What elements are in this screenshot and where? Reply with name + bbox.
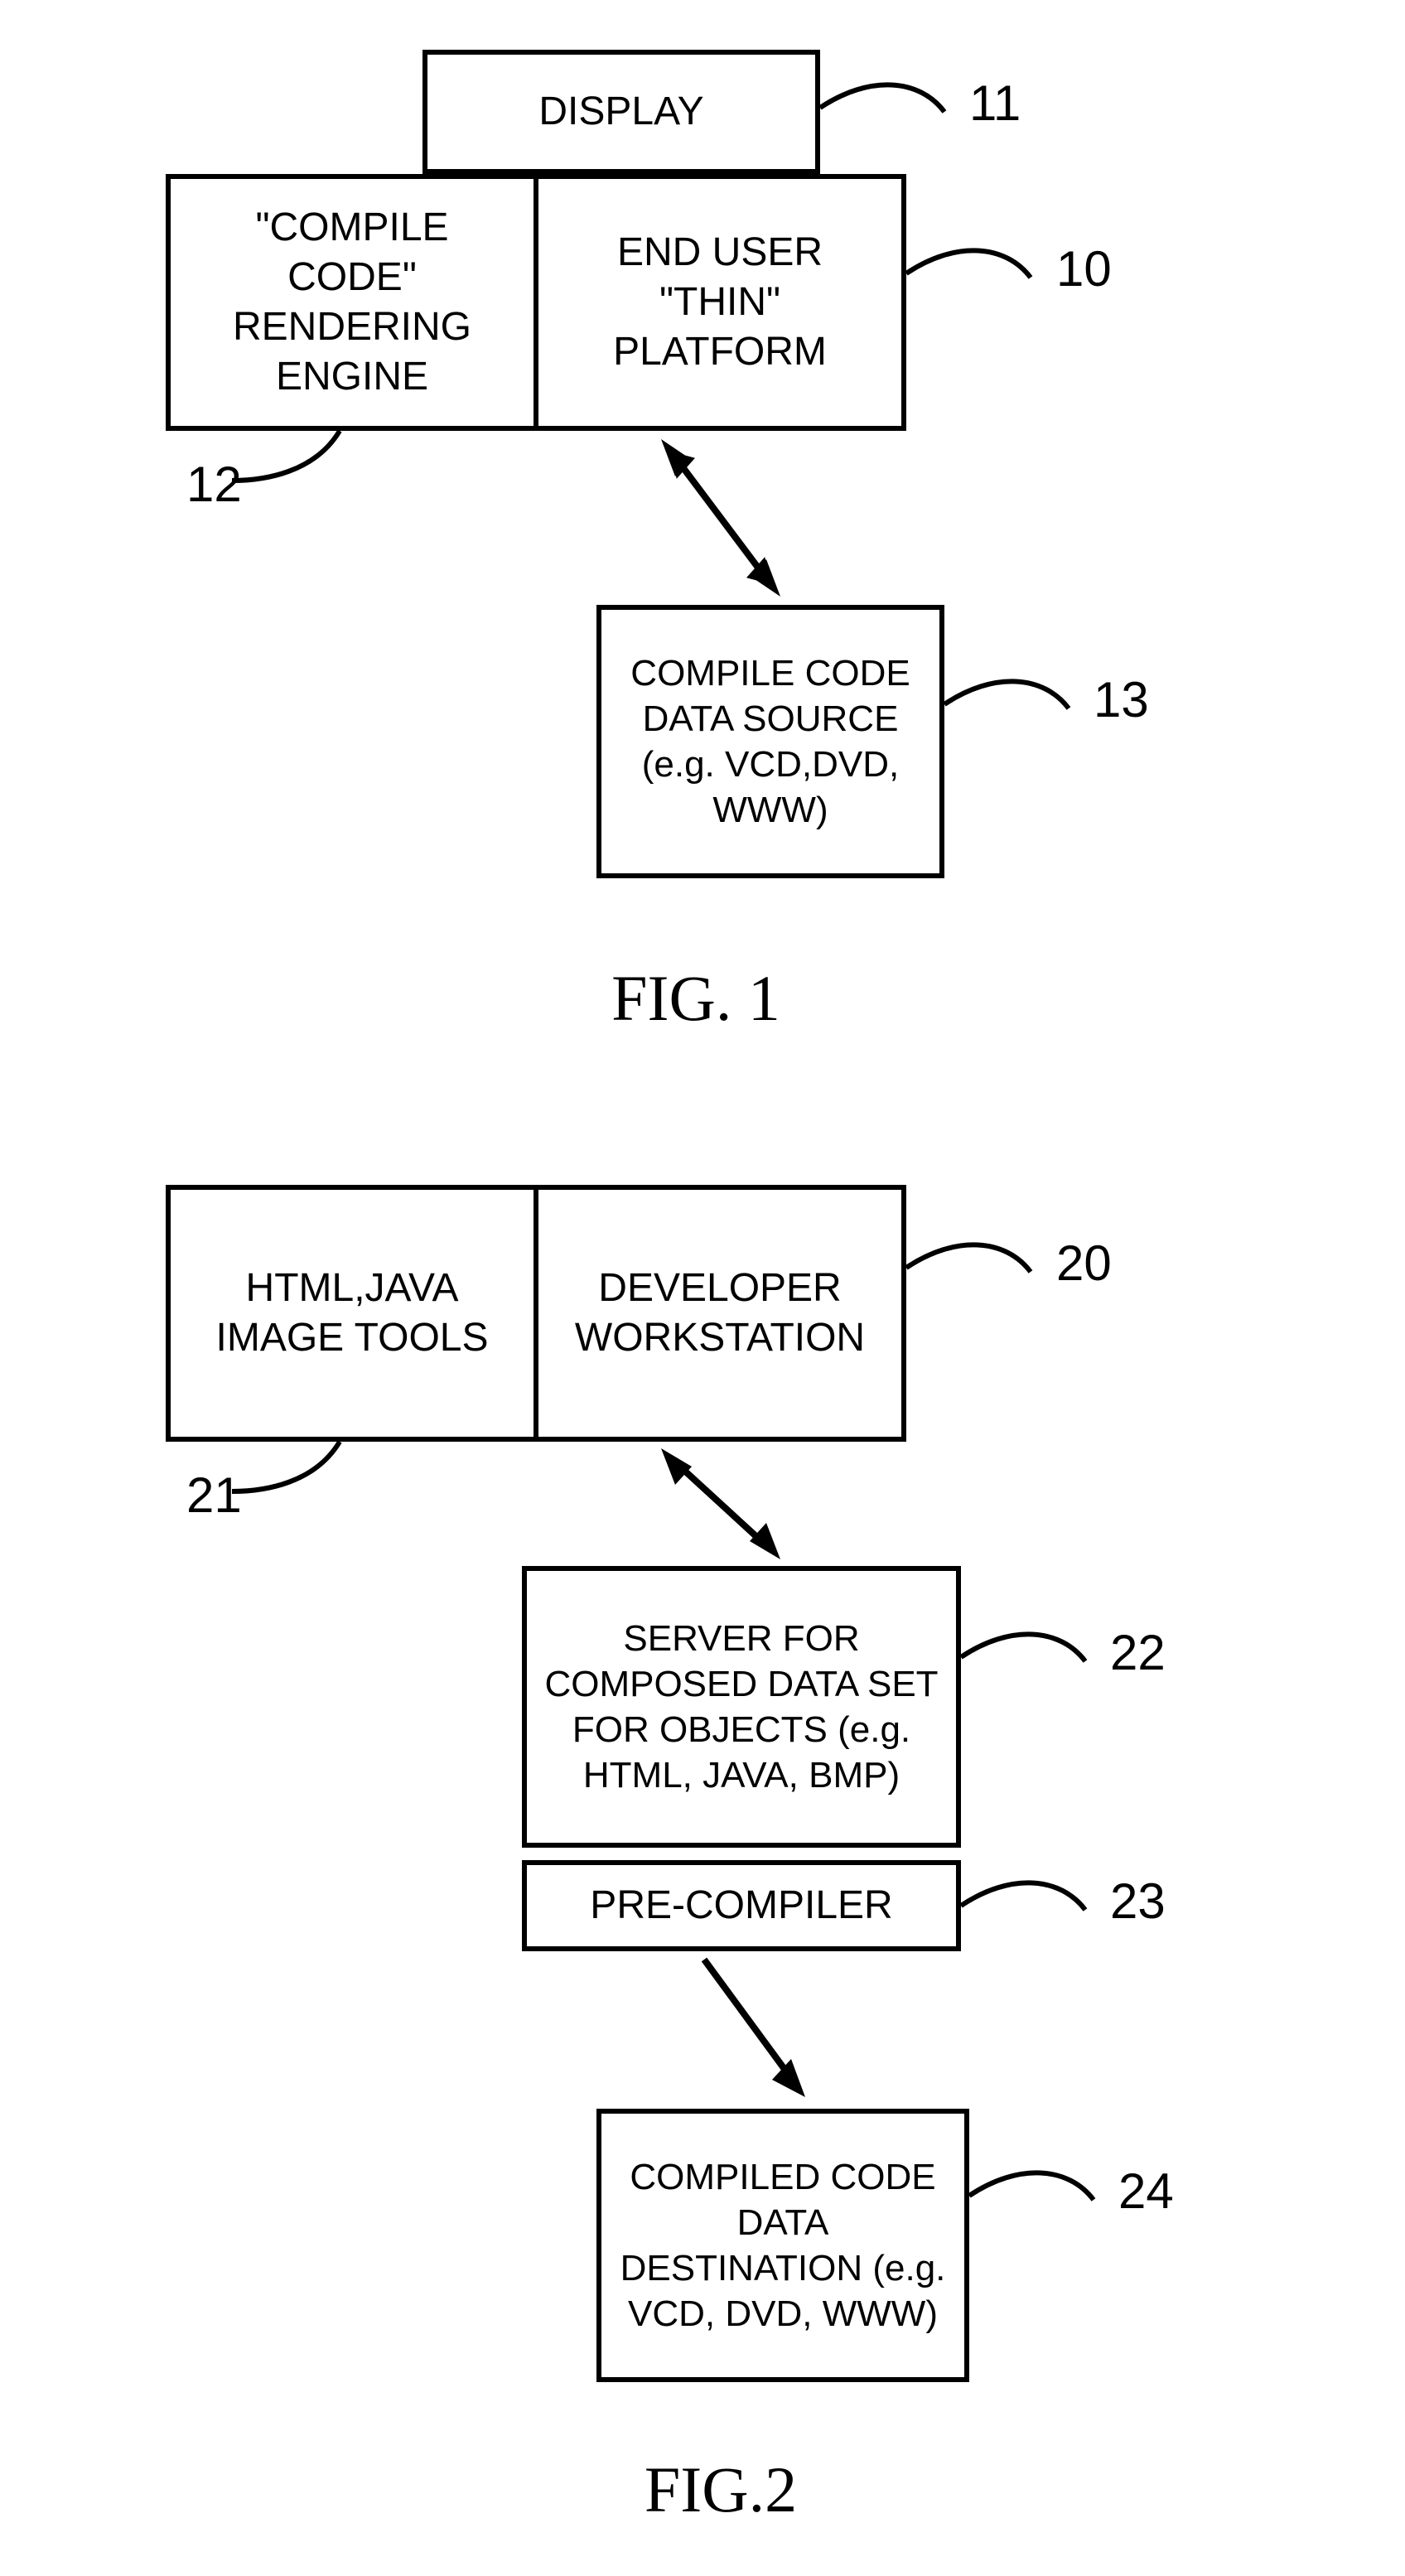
fig1-source-box: COMPILE CODE DATA SOURCE (e.g. VCD,DVD, … [596,605,944,878]
fig2-server-leader [961,1616,1127,1682]
fig2-tools-ref: 21 [186,1467,242,1524]
fig1-source-leader [944,663,1110,729]
fig2-precompiler-ref: 23 [1110,1873,1166,1930]
fig2-precompiler-leader [961,1864,1127,1931]
fig2-server-text: SERVER FOR COMPOSED DATA SET FOR OBJECTS… [543,1616,939,1798]
fig1-platform-box: END USER "THIN" PLATFORM [534,174,906,431]
fig1-platform-ref: 10 [1056,240,1112,297]
fig1-platform-text: END USER "THIN" PLATFORM [555,228,885,377]
fig1-arrow-platform-source [646,431,795,605]
fig2-tools-box: HTML,JAVA IMAGE TOOLS [166,1185,538,1442]
fig1-display-leader [820,66,986,133]
fig2-arrow-workstation-server [646,1442,795,1566]
fig2-precompiler-text: PRE-COMPILER [590,1881,892,1931]
fig1-source-text: COMPILE CODE DATA SOURCE (e.g. VCD,DVD, … [618,650,923,833]
fig2-dest-box: COMPILED CODE DATA DESTINATION (e.g. VCD… [596,2109,969,2382]
fig1-engine-text: "COMPILE CODE" RENDERING ENGINE [187,203,517,402]
fig2-server-ref: 22 [1110,1624,1166,1681]
fig2-dest-ref: 24 [1118,2163,1174,2220]
fig1-caption: FIG. 1 [530,961,862,1036]
fig2-tools-leader [232,1442,356,1508]
fig1-display-ref: 11 [969,75,1021,132]
fig1-engine-ref: 12 [186,456,242,513]
fig2-precompiler-box: PRE-COMPILER [522,1860,961,1951]
fig1-display-box: DISPLAY [422,50,820,174]
fig1-source-ref: 13 [1094,671,1149,728]
fig2-server-box: SERVER FOR COMPOSED DATA SET FOR OBJECTS… [522,1566,961,1848]
fig2-workstation-leader [906,1226,1072,1293]
fig2-dest-text: COMPILED CODE DATA DESTINATION (e.g. VCD… [618,2154,948,2337]
diagram-page: DISPLAY 11 "COMPILE CODE" RENDERING ENGI… [0,0,1405,2576]
fig2-workstation-ref: 20 [1056,1235,1112,1292]
fig2-workstation-box: DEVELOPER WORKSTATION [534,1185,906,1442]
fig2-workstation-text: DEVELOPER WORKSTATION [555,1264,885,1363]
fig1-display-text: DISPLAY [538,87,703,137]
fig2-arrow-precompiler-dest [679,1951,828,2109]
fig1-engine-leader [232,431,356,497]
fig2-dest-leader [969,2154,1135,2221]
fig2-caption: FIG.2 [555,2453,886,2527]
fig1-engine-box: "COMPILE CODE" RENDERING ENGINE [166,174,538,431]
fig1-platform-leader [906,232,1072,298]
fig2-tools-text: HTML,JAVA IMAGE TOOLS [187,1264,517,1363]
